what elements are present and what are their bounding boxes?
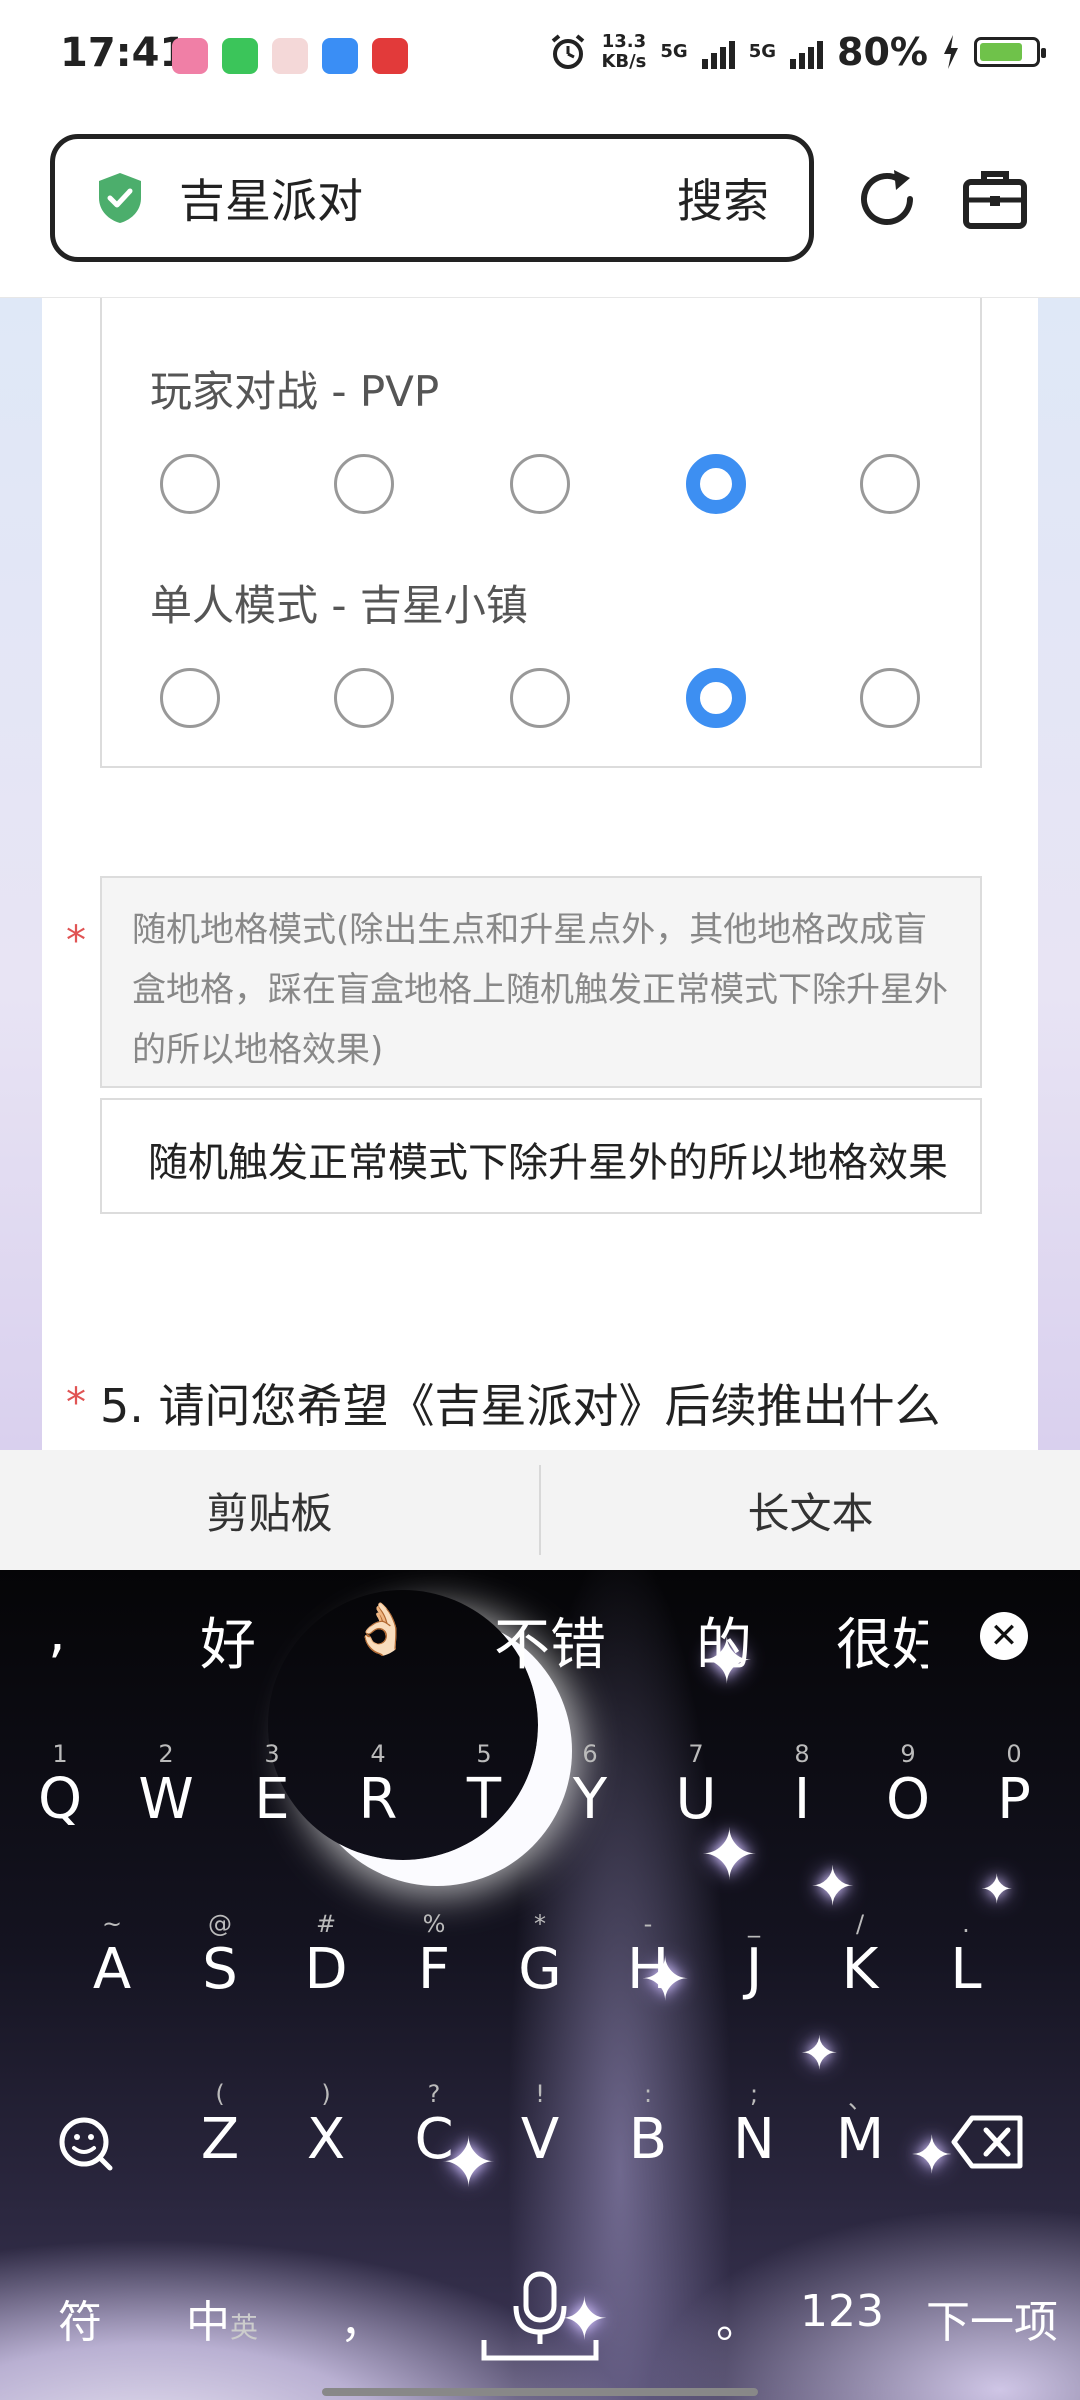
matrix-row-label-town: 单人模式 - 吉星小镇 xyxy=(150,581,528,630)
key-f[interactable]: % F xyxy=(380,1910,488,2020)
radio-pvp-3[interactable] xyxy=(510,454,570,514)
key-b[interactable]: :B xyxy=(594,2080,702,2190)
key-u[interactable]: 7U xyxy=(642,1740,750,1850)
required-mark: * xyxy=(66,918,86,964)
key-w[interactable]: 2W xyxy=(112,1740,220,1850)
radio-pvp-5[interactable] xyxy=(860,454,920,514)
refresh-icon[interactable] xyxy=(852,164,922,234)
charging-bolt-icon xyxy=(944,35,958,69)
radio-pvp-4[interactable] xyxy=(686,454,746,514)
radio-town-3[interactable] xyxy=(510,668,570,728)
comma-key[interactable]: ， xyxy=(340,2286,384,2350)
signal-icon xyxy=(701,35,735,69)
browser-toolbar: 吉星派对 搜索 xyxy=(0,116,1080,298)
sparkle-decoration: ✦ xyxy=(810,1855,856,1918)
key-m[interactable]: 、 M xyxy=(806,2080,914,2190)
key-k[interactable]: / K xyxy=(806,1910,914,2020)
language-key-main: 中 xyxy=(186,2297,230,2348)
net-type-2: 5G xyxy=(748,41,777,62)
microphone-space-icon[interactable] xyxy=(480,2270,600,2370)
radio-town-4[interactable] xyxy=(686,668,746,728)
key-e[interactable]: 3E xyxy=(218,1740,326,1850)
key-h[interactable]: -H xyxy=(594,1910,702,2020)
key-r[interactable]: 4R xyxy=(324,1740,432,1850)
radio-town-2[interactable] xyxy=(334,668,394,728)
key-d[interactable]: # D xyxy=(272,1910,380,2020)
keyboard: ✦ ✦ ✦ ✦ ✦ ✦ ✦ ✦ ✦ , 好 👌🏻 不错 的 很好 ✕ 1Q 2W… xyxy=(0,1570,1080,2400)
key-c[interactable]: ? C xyxy=(380,2080,488,2190)
language-key-sub: 英 xyxy=(230,2311,259,2344)
symbol-key[interactable]: 符 xyxy=(58,2286,102,2350)
radio-town-1[interactable] xyxy=(160,668,220,728)
key-q[interactable]: 1Q xyxy=(6,1740,114,1850)
bilibili-icon xyxy=(172,38,208,74)
alarm-icon xyxy=(552,34,585,69)
candidate-de[interactable]: 的 xyxy=(696,1600,752,1681)
question-title: 5. 请问您希望《吉星派对》后续推出什么 xyxy=(100,1379,941,1433)
key-j[interactable]: _ J xyxy=(700,1910,808,2020)
signal-icon-2 xyxy=(790,35,824,69)
key-x[interactable]: ) X xyxy=(272,2080,380,2190)
matrix-row-label-pvp: 玩家对战 - PVP xyxy=(150,367,440,416)
key-s[interactable]: @ S xyxy=(166,1910,274,2020)
search-button[interactable]: 搜索 xyxy=(677,165,769,231)
battery-icon xyxy=(974,37,1046,67)
candidate-hao[interactable]: 好 xyxy=(200,1600,256,1681)
key-z[interactable]: (Z xyxy=(166,2080,274,2190)
sparkle-decoration: ✦ xyxy=(980,1867,1014,1913)
sparkle-decoration: ✦ xyxy=(910,2126,954,2186)
key-t[interactable]: 5T xyxy=(430,1740,538,1850)
language-key[interactable]: 中英 xyxy=(186,2286,258,2350)
map-pin-icon xyxy=(272,38,308,74)
key-n[interactable]: ; N xyxy=(700,2080,808,2190)
wechat-icon xyxy=(222,38,258,74)
answer-input[interactable]: 随机触发正常模式下除升星外的所以地格效果 xyxy=(100,1098,982,1214)
emoji-key-icon[interactable] xyxy=(54,2110,118,2174)
key-g[interactable]: * G xyxy=(486,1910,594,2020)
backspace-icon[interactable] xyxy=(950,2114,1026,2170)
candidate-henhao[interactable]: 很好 xyxy=(836,1600,928,1681)
clipboard-button[interactable]: 剪贴板 xyxy=(0,1450,539,1570)
key-v[interactable]: ! V xyxy=(486,2080,594,2190)
net-type-1: 5G xyxy=(660,41,688,62)
search-box[interactable]: 吉星派对 搜索 xyxy=(50,134,814,262)
candidate-bucuo[interactable]: 不错 xyxy=(494,1600,606,1681)
long-text-button[interactable]: 长文本 xyxy=(541,1450,1080,1570)
key-p[interactable]: 0P xyxy=(960,1740,1068,1850)
key-l[interactable]: .L xyxy=(912,1910,1020,2020)
status-indicators: 13.3 KB/s 5G 5G 80% xyxy=(549,30,1046,74)
net-speed-value: 13.3 xyxy=(601,31,647,52)
candidate-comma[interactable]: , xyxy=(48,1600,66,1665)
key-y[interactable]: 6Y xyxy=(536,1740,644,1850)
answer-input-value[interactable]: 随机触发正常模式下除升星外的所以地格效果 xyxy=(148,1130,948,1188)
key-a[interactable]: ~ A xyxy=(58,1910,166,2020)
sparkle-decoration: ✦ xyxy=(800,2026,839,2080)
number-key[interactable]: 123 xyxy=(800,2286,884,2337)
key-o[interactable]: 9O xyxy=(854,1740,962,1850)
radio-pvp-1[interactable] xyxy=(160,454,220,514)
period-key[interactable]: 。 xyxy=(716,2286,760,2350)
candidate-ok-emoji[interactable]: 👌🏻 xyxy=(350,1600,412,1659)
keyboard-toolbar: 剪贴板 长文本 xyxy=(0,1450,1080,1570)
home-indicator[interactable] xyxy=(322,2388,758,2396)
next-field-key[interactable]: 下一项 xyxy=(926,2286,1058,2350)
shield-check-icon xyxy=(99,173,141,223)
bank-app-icon xyxy=(372,38,408,74)
search-input[interactable]: 吉星派对 xyxy=(179,165,677,231)
net-speed: 13.3 KB/s xyxy=(601,32,646,72)
status-time: 17:41 xyxy=(60,30,188,76)
notification-icons xyxy=(172,38,408,74)
net-speed-unit: KB/s xyxy=(601,51,647,72)
option-description: 随机地格模式(除出生点和升星点外，其他地格改成盲盒地格，踩在盲盒地格上随机触发正… xyxy=(100,876,982,1088)
battery-percent: 80% xyxy=(837,30,928,74)
close-candidates-icon[interactable]: ✕ xyxy=(980,1612,1028,1660)
toolbox-icon[interactable] xyxy=(960,164,1030,234)
radio-pvp-2[interactable] xyxy=(334,454,394,514)
status-bar: 17:41 13.3 KB/s 5G 5G 80% xyxy=(0,0,1080,116)
question-required-mark: * xyxy=(66,1380,86,1426)
radio-town-5[interactable] xyxy=(860,668,920,728)
browser-app-icon xyxy=(322,38,358,74)
key-i[interactable]: 8I xyxy=(748,1740,856,1850)
